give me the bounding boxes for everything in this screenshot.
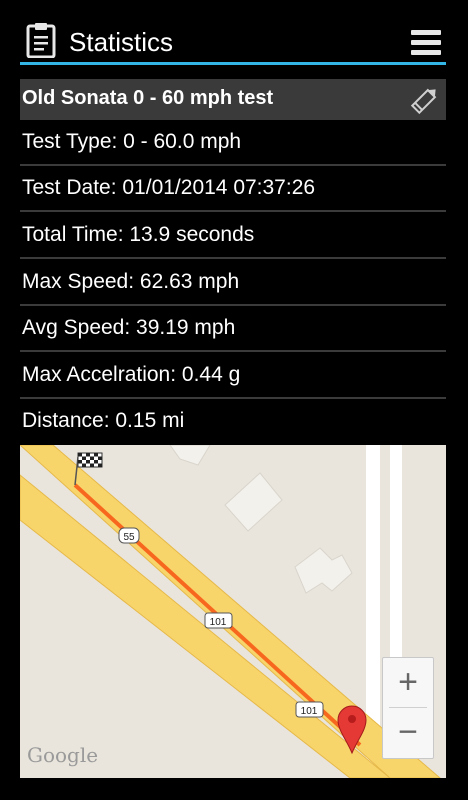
row-divider <box>20 210 446 212</box>
stat-row-test-type: Test Type: 0 - 60.0 mph <box>20 120 446 166</box>
stat-row-avg-speed: Avg Speed: 39.19 mph <box>20 306 446 352</box>
row-divider <box>20 257 446 259</box>
row-divider <box>20 350 446 352</box>
route-map[interactable]: 55 101 101 + − Google <box>20 445 446 778</box>
zoom-controls: + − <box>382 657 434 759</box>
action-bar: Statistics <box>0 0 468 62</box>
stat-text: Avg Speed: 39.19 mph <box>22 316 236 339</box>
building <box>224 472 283 532</box>
stat-text: Distance: 0.15 mi <box>22 409 185 432</box>
building <box>294 547 353 594</box>
stat-row-max-speed: Max Speed: 62.63 mph <box>20 260 446 306</box>
clipboard-icon <box>26 23 56 58</box>
stat-row-max-acceleration: Max Accelration: 0.44 g <box>20 353 446 399</box>
stat-text: Test Date: 01/01/2014 07:37:26 <box>22 176 316 199</box>
svg-text:101: 101 <box>210 617 227 628</box>
hamburger-menu-icon[interactable] <box>406 28 446 58</box>
run-title: Old Sonata 0 - 60 mph test <box>22 87 274 109</box>
route-shield: 101 <box>295 701 324 718</box>
zoom-out-button[interactable]: − <box>383 708 433 758</box>
stat-text: Total Time: 13.9 seconds <box>22 223 255 246</box>
google-logo: Google <box>27 743 99 767</box>
run-header: Old Sonata 0 - 60 mph test <box>20 79 446 120</box>
route-shield: 55 <box>118 527 140 544</box>
stat-row-total-time: Total Time: 13.9 seconds <box>20 213 446 259</box>
pencil-icon[interactable] <box>408 83 442 117</box>
zoom-in-button[interactable]: + <box>383 658 433 708</box>
stat-row-distance: Distance: 0.15 mi <box>20 399 446 445</box>
building <box>169 445 211 466</box>
action-bar-divider <box>20 62 446 65</box>
page-title: Statistics <box>69 27 174 57</box>
stat-text: Max Speed: 62.63 mph <box>22 270 240 293</box>
route-shield: 101 <box>204 612 233 629</box>
stat-text: Max Accelration: 0.44 g <box>22 363 241 386</box>
stat-text: Test Type: 0 - 60.0 mph <box>22 130 242 153</box>
stat-row-test-date: Test Date: 01/01/2014 07:37:26 <box>20 166 446 212</box>
svg-text:55: 55 <box>123 532 135 543</box>
svg-text:101: 101 <box>301 706 318 717</box>
